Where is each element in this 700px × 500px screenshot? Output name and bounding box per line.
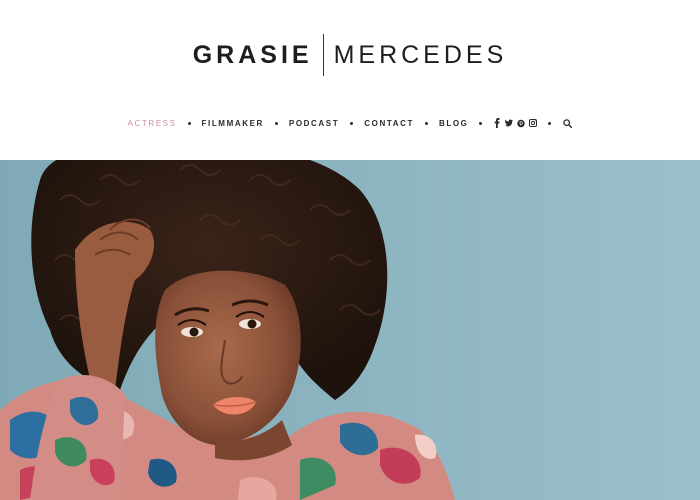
twitter-icon[interactable] xyxy=(505,118,514,128)
instagram-icon[interactable] xyxy=(529,118,538,128)
nav-separator xyxy=(187,121,191,125)
social-links xyxy=(493,118,538,128)
nav-item-actress[interactable]: ACTRESS xyxy=(128,119,177,128)
site-logo[interactable]: GRASIE MERCEDES xyxy=(0,33,700,77)
nav-separator xyxy=(350,121,354,125)
nav-item-blog[interactable]: BLOG xyxy=(439,119,469,128)
nav-separator xyxy=(479,121,483,125)
portrait-photo xyxy=(0,160,700,500)
logo-last-name: MERCEDES xyxy=(333,40,508,69)
nav-separator xyxy=(424,121,428,125)
nav-separator xyxy=(548,121,552,125)
main-nav: ACTRESS FILMMAKER PODCAST CONTACT BLOG xyxy=(0,115,700,131)
hero-portrait-image xyxy=(0,160,700,500)
logo-first-name: GRASIE xyxy=(192,40,313,69)
nav-item-contact[interactable]: CONTACT xyxy=(364,119,414,128)
pinterest-icon[interactable] xyxy=(517,118,526,128)
nav-item-filmmaker[interactable]: FILMMAKER xyxy=(202,119,264,128)
facebook-icon[interactable] xyxy=(493,118,501,128)
site-header: GRASIE MERCEDES ACTRESS FILMMAKER PODCAS… xyxy=(0,0,700,160)
nav-separator xyxy=(274,121,278,125)
search-icon[interactable] xyxy=(562,118,572,128)
nav-item-podcast[interactable]: PODCAST xyxy=(289,119,339,128)
page: GRASIE MERCEDES ACTRESS FILMMAKER PODCAS… xyxy=(0,0,700,500)
